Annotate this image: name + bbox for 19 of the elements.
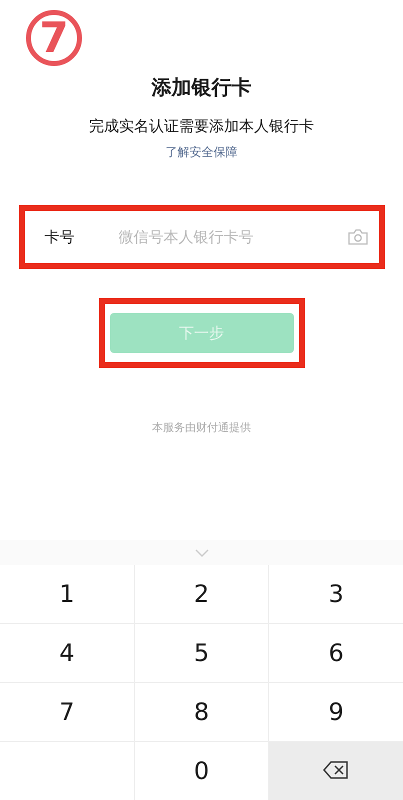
digit-key[interactable]: 6 (269, 624, 403, 682)
digit-key[interactable]: 4 (0, 624, 134, 682)
digit-key[interactable]: 3 (269, 565, 403, 623)
step-marker: 7 (26, 10, 82, 66)
digit-key[interactable]: 0 (134, 742, 268, 800)
security-link[interactable]: 了解安全保障 (166, 144, 238, 161)
digit-key[interactable]: 1 (0, 565, 134, 623)
digit-key[interactable]: 2 (134, 565, 268, 623)
camera-icon[interactable] (346, 228, 368, 246)
backspace-icon (323, 761, 350, 779)
digit-key[interactable]: 8 (134, 683, 268, 741)
digit-key[interactable]: 5 (134, 624, 268, 682)
footer-note: 本服务由财付通提供 (152, 420, 251, 435)
digit-key[interactable]: 7 (0, 683, 134, 741)
subtitle: 完成实名认证需要添加本人银行卡 (89, 117, 314, 136)
page-title: 添加银行卡 (152, 74, 252, 101)
chevron-down-icon[interactable] (194, 548, 208, 556)
field-label: 卡号 (44, 228, 76, 246)
digit-key[interactable]: 9 (269, 683, 403, 741)
